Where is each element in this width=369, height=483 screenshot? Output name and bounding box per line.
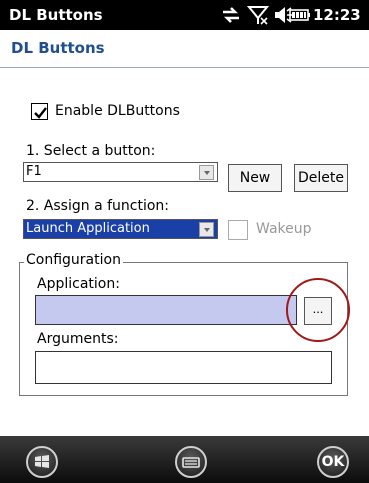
application-label: Application:: [37, 276, 120, 292]
windows-logo-icon: [35, 455, 49, 468]
assign-function-value: Launch Application: [26, 221, 150, 236]
checkmark-icon: [34, 107, 47, 119]
application-field[interactable]: [35, 295, 297, 325]
select-button-value: F1: [26, 164, 42, 179]
arguments-field[interactable]: [35, 351, 332, 384]
arguments-label: Arguments:: [37, 331, 119, 347]
new-button[interactable]: New: [228, 164, 282, 192]
assign-function-label: 2. Assign a function:: [26, 198, 170, 214]
start-button[interactable]: [26, 446, 58, 478]
keyboard-icon: [182, 457, 200, 468]
battery-icon: [289, 9, 310, 21]
bottom-bar: OK: [0, 436, 369, 483]
delete-button[interactable]: Delete: [294, 164, 348, 192]
ok-label: OK: [321, 454, 345, 470]
wakeup-checkbox[interactable]: [228, 220, 248, 240]
ok-button[interactable]: OK: [317, 446, 349, 478]
chevron-down-icon[interactable]: [199, 165, 214, 180]
enable-dlbuttons-checkbox[interactable]: [31, 103, 48, 120]
select-button-dropdown[interactable]: F1: [23, 162, 218, 182]
no-signal-icon: [247, 6, 269, 25]
assign-function-dropdown[interactable]: Launch Application: [23, 219, 218, 239]
select-button-label: 1. Select a button:: [26, 143, 156, 159]
chevron-down-icon[interactable]: [199, 222, 214, 237]
data-sync-icon: [223, 7, 239, 23]
status-bar-time: 12:23: [313, 6, 361, 24]
highlight-circle: [286, 278, 350, 342]
keyboard-button[interactable]: [175, 446, 207, 478]
wakeup-label: Wakeup: [256, 221, 312, 237]
page-title: DL Buttons: [11, 39, 105, 57]
status-bar: DL Buttons 12:23: [0, 0, 369, 30]
configuration-legend: Configuration: [24, 252, 123, 268]
enable-dlbuttons-label: Enable DLButtons: [55, 103, 180, 119]
page-header: DL Buttons: [0, 30, 369, 68]
status-bar-title: DL Buttons: [9, 6, 103, 24]
